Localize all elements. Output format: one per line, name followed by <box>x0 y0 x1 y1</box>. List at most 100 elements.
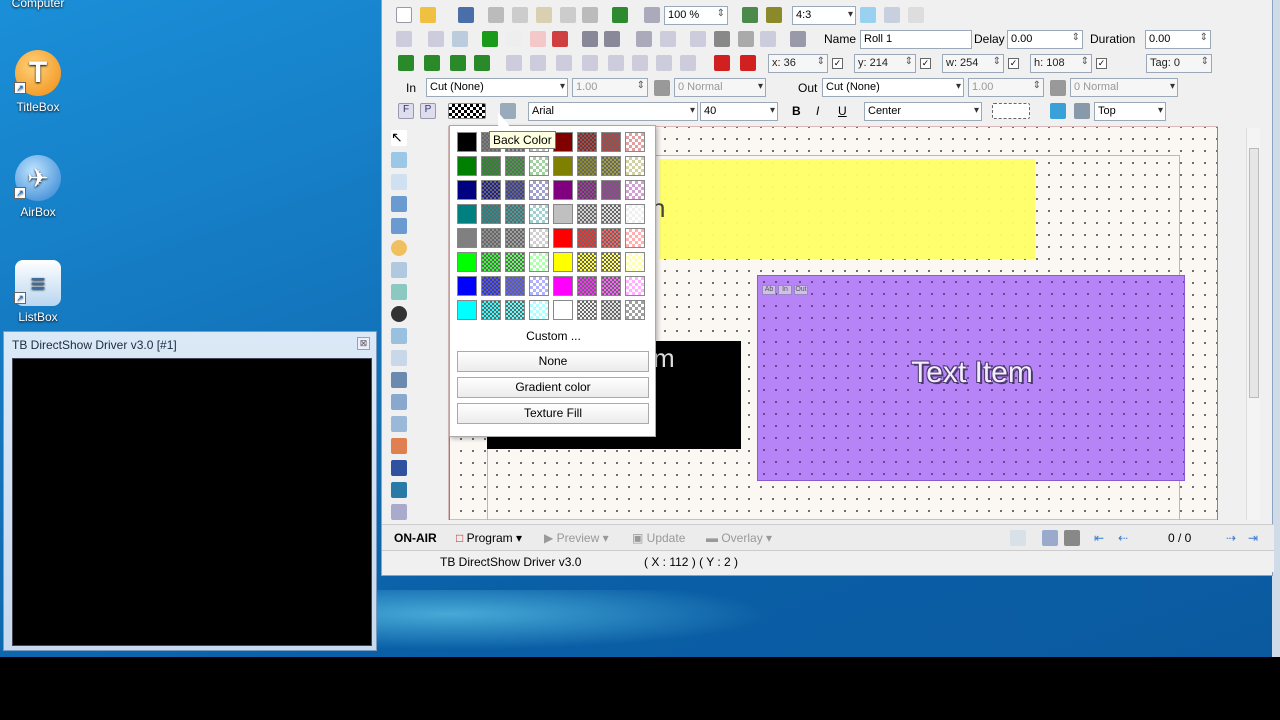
border-style-button[interactable] <box>992 103 1030 119</box>
underline-button[interactable]: U <box>838 104 847 118</box>
y-input[interactable]: y: 214 <box>854 54 916 73</box>
clock-tool-icon[interactable] <box>391 240 407 256</box>
none-button[interactable]: None <box>457 351 649 372</box>
color-swatch[interactable] <box>601 276 621 296</box>
color-swatch[interactable] <box>601 132 621 152</box>
out-color-icon[interactable] <box>1050 80 1066 96</box>
color-swatch[interactable] <box>457 180 477 200</box>
x-lock-checkbox[interactable]: ✓ <box>832 58 843 69</box>
counter-tool-icon[interactable] <box>391 394 407 410</box>
program-button[interactable]: □ Program ▾ <box>456 531 522 545</box>
desktop-icon-titlebox[interactable]: T ↗ TitleBox <box>0 50 76 114</box>
page-list-icon[interactable] <box>1010 530 1026 546</box>
color-swatch[interactable] <box>553 300 573 320</box>
horizontal-resize-icon[interactable] <box>740 55 756 71</box>
align-select[interactable]: Center <box>864 102 982 121</box>
ungroup-icon[interactable] <box>760 31 776 47</box>
color-swatch[interactable] <box>577 156 597 176</box>
color-swatch[interactable] <box>625 204 645 224</box>
color-swatch[interactable] <box>505 228 525 248</box>
color-swatch[interactable] <box>625 132 645 152</box>
color-swatch[interactable] <box>553 156 573 176</box>
color-swatch[interactable] <box>457 204 477 224</box>
close-icon[interactable]: ⊠ <box>357 337 370 350</box>
p-button[interactable]: P <box>420 103 436 119</box>
hide-icon[interactable] <box>660 31 676 47</box>
align-bottom-icon[interactable] <box>632 55 648 71</box>
delete-icon[interactable] <box>582 7 598 23</box>
align-middle-icon[interactable] <box>608 55 624 71</box>
color-swatch[interactable] <box>505 276 525 296</box>
web-tool-icon[interactable] <box>391 482 407 498</box>
color-swatch[interactable] <box>553 228 573 248</box>
safe-area-icon[interactable] <box>766 7 782 23</box>
timer-tool-icon[interactable] <box>391 262 407 278</box>
color-swatch[interactable] <box>481 204 501 224</box>
weather-tool-icon[interactable] <box>391 416 407 432</box>
color-swatch[interactable] <box>457 156 477 176</box>
flash-tool-icon[interactable] <box>391 438 407 454</box>
color-swatch[interactable] <box>577 180 597 200</box>
name-input[interactable]: Roll 1 <box>860 30 972 49</box>
color-swatch[interactable] <box>505 300 525 320</box>
w-input[interactable]: w: 254 <box>942 54 1004 73</box>
desktop-icon-airbox[interactable]: ✈ ↗ AirBox <box>0 155 76 219</box>
color-swatch[interactable] <box>601 300 621 320</box>
color-swatch[interactable] <box>601 228 621 248</box>
color-swatch[interactable] <box>553 276 573 296</box>
back-color-popup[interactable]: Custom ... None Gradient color Texture F… <box>449 125 656 437</box>
add-page-icon[interactable] <box>1042 530 1058 546</box>
pause-icon[interactable] <box>506 31 522 47</box>
color-swatch[interactable] <box>529 300 549 320</box>
clear-icon[interactable] <box>560 7 576 23</box>
color-swatch[interactable] <box>577 204 597 224</box>
zoom-field[interactable]: 100 % <box>664 6 728 25</box>
first-page-icon[interactable]: ⇤ <box>1094 531 1104 545</box>
video-tool-icon[interactable] <box>391 306 407 322</box>
duration-input[interactable]: 0.00 <box>1145 30 1211 49</box>
color-swatch[interactable] <box>577 132 597 152</box>
color-swatch[interactable] <box>553 204 573 224</box>
color-swatch[interactable] <box>481 276 501 296</box>
color-swatch[interactable] <box>505 252 525 272</box>
color-swatch[interactable] <box>577 252 597 272</box>
color-swatch[interactable] <box>529 204 549 224</box>
color-swatch[interactable] <box>601 180 621 200</box>
texture-fill-button[interactable]: Texture Fill <box>457 403 649 424</box>
page-icon[interactable] <box>396 31 412 47</box>
align-center-icon[interactable] <box>530 55 546 71</box>
vertical-scrollbar[interactable] <box>1246 128 1260 520</box>
w-lock-checkbox[interactable]: ✓ <box>1008 58 1019 69</box>
delay-input[interactable]: 0.00 <box>1007 30 1083 49</box>
desktop-label-computer[interactable]: Computer <box>0 0 76 10</box>
color-swatch[interactable] <box>457 228 477 248</box>
next-page-icon[interactable]: ⇢ <box>1226 531 1236 545</box>
play-icon[interactable] <box>482 31 498 47</box>
crawl-tool-icon[interactable] <box>391 218 407 234</box>
valign-select[interactable]: Top <box>1094 102 1166 121</box>
cut-icon[interactable] <box>488 7 504 23</box>
color-swatch[interactable] <box>529 180 549 200</box>
color-swatch[interactable] <box>505 180 525 200</box>
color-swatch[interactable] <box>577 228 597 248</box>
scrollbar-thumb[interactable] <box>1249 148 1259 398</box>
copy-icon[interactable] <box>512 7 528 23</box>
gradient-color-button[interactable]: Gradient color <box>457 377 649 398</box>
yellow-text-item[interactable] <box>659 159 1035 259</box>
stop-icon[interactable] <box>530 31 546 47</box>
record-icon[interactable] <box>552 31 568 47</box>
image-icon[interactable] <box>1050 103 1066 119</box>
in-transition-select[interactable]: Cut (None) <box>426 78 568 97</box>
text-tool-icon[interactable] <box>391 174 407 190</box>
move-bottom-icon[interactable] <box>474 55 490 71</box>
tag-input[interactable]: Tag: 0 <box>1146 54 1212 73</box>
align-right-icon[interactable] <box>556 55 572 71</box>
color-swatch[interactable] <box>505 204 525 224</box>
color-swatch[interactable] <box>529 228 549 248</box>
font-size-select[interactable]: 40 <box>700 102 778 121</box>
lock-icon[interactable] <box>636 31 652 47</box>
grid-icon[interactable] <box>860 7 876 23</box>
align-icon[interactable] <box>582 31 598 47</box>
f-button[interactable]: F <box>398 103 414 119</box>
in-mode-select[interactable]: 0 Normal <box>674 78 766 97</box>
